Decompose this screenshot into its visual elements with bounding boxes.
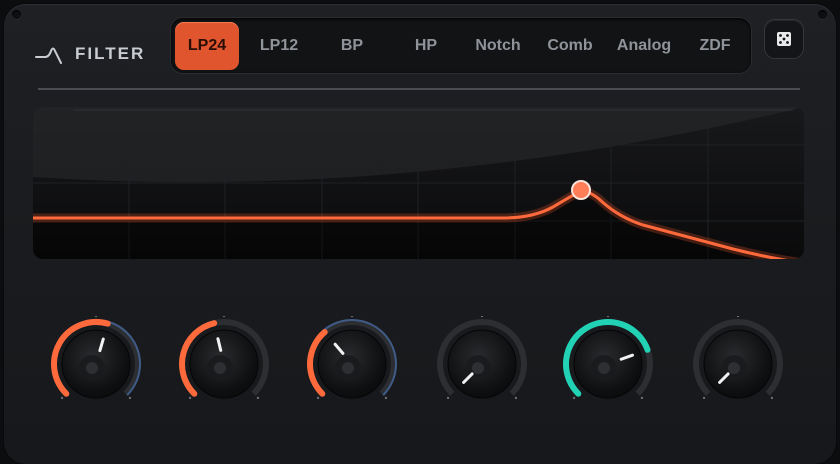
knob-5[interactable] — [560, 314, 656, 412]
knob-tick — [316, 396, 320, 400]
header-divider — [38, 88, 800, 90]
knob-tick — [94, 314, 98, 318]
knob-2[interactable] — [176, 314, 272, 412]
knob-center — [86, 362, 98, 374]
tab-lp24[interactable]: LP24 — [175, 22, 239, 70]
knob-tick — [188, 396, 192, 400]
section-title-text: FILTER — [75, 44, 146, 63]
tab-notch[interactable]: Notch — [463, 22, 533, 70]
filter-response-display[interactable] — [33, 107, 804, 259]
response-graph — [33, 107, 804, 259]
knob-tick — [60, 396, 64, 400]
knob-tick — [384, 396, 388, 400]
knob-tick — [514, 396, 518, 400]
knob-tick — [128, 396, 132, 400]
knob-center — [598, 362, 610, 374]
knob-tick — [640, 396, 644, 400]
tab-hp[interactable]: HP — [391, 22, 461, 70]
knob-center — [342, 362, 354, 374]
knob-center — [472, 362, 484, 374]
knob-tick — [480, 314, 484, 318]
tab-comb[interactable]: Comb — [535, 22, 605, 70]
filter-type-selector: LP24 LP12 BP HP Notch Comb Analog ZDF — [171, 18, 751, 73]
knob-tick — [350, 314, 354, 318]
screw — [818, 10, 827, 19]
knob-tick — [702, 396, 706, 400]
tab-lp12[interactable]: LP12 — [244, 22, 314, 70]
knob-center — [214, 362, 226, 374]
tab-zdf[interactable]: ZDF — [680, 22, 750, 70]
randomize-button[interactable] — [765, 20, 803, 58]
knob-tick — [606, 314, 610, 318]
filter-curve-icon — [35, 47, 62, 64]
knob-tick — [770, 396, 774, 400]
screw — [12, 10, 21, 19]
knob-tick — [256, 396, 260, 400]
knob-tick — [736, 314, 740, 318]
resonance-node[interactable] — [571, 180, 591, 200]
knob-tick — [572, 396, 576, 400]
knob-6[interactable] — [690, 314, 786, 412]
dice-icon — [777, 32, 791, 46]
tab-bp[interactable]: BP — [317, 22, 387, 70]
knob-4[interactable] — [434, 314, 530, 412]
knob-3[interactable] — [304, 314, 400, 412]
tab-analog[interactable]: Analog — [608, 22, 680, 70]
knob-tick — [446, 396, 450, 400]
knob-tick — [222, 314, 226, 318]
knob-center — [728, 362, 740, 374]
knob-1[interactable] — [48, 314, 144, 412]
section-title: FILTER — [35, 44, 145, 64]
